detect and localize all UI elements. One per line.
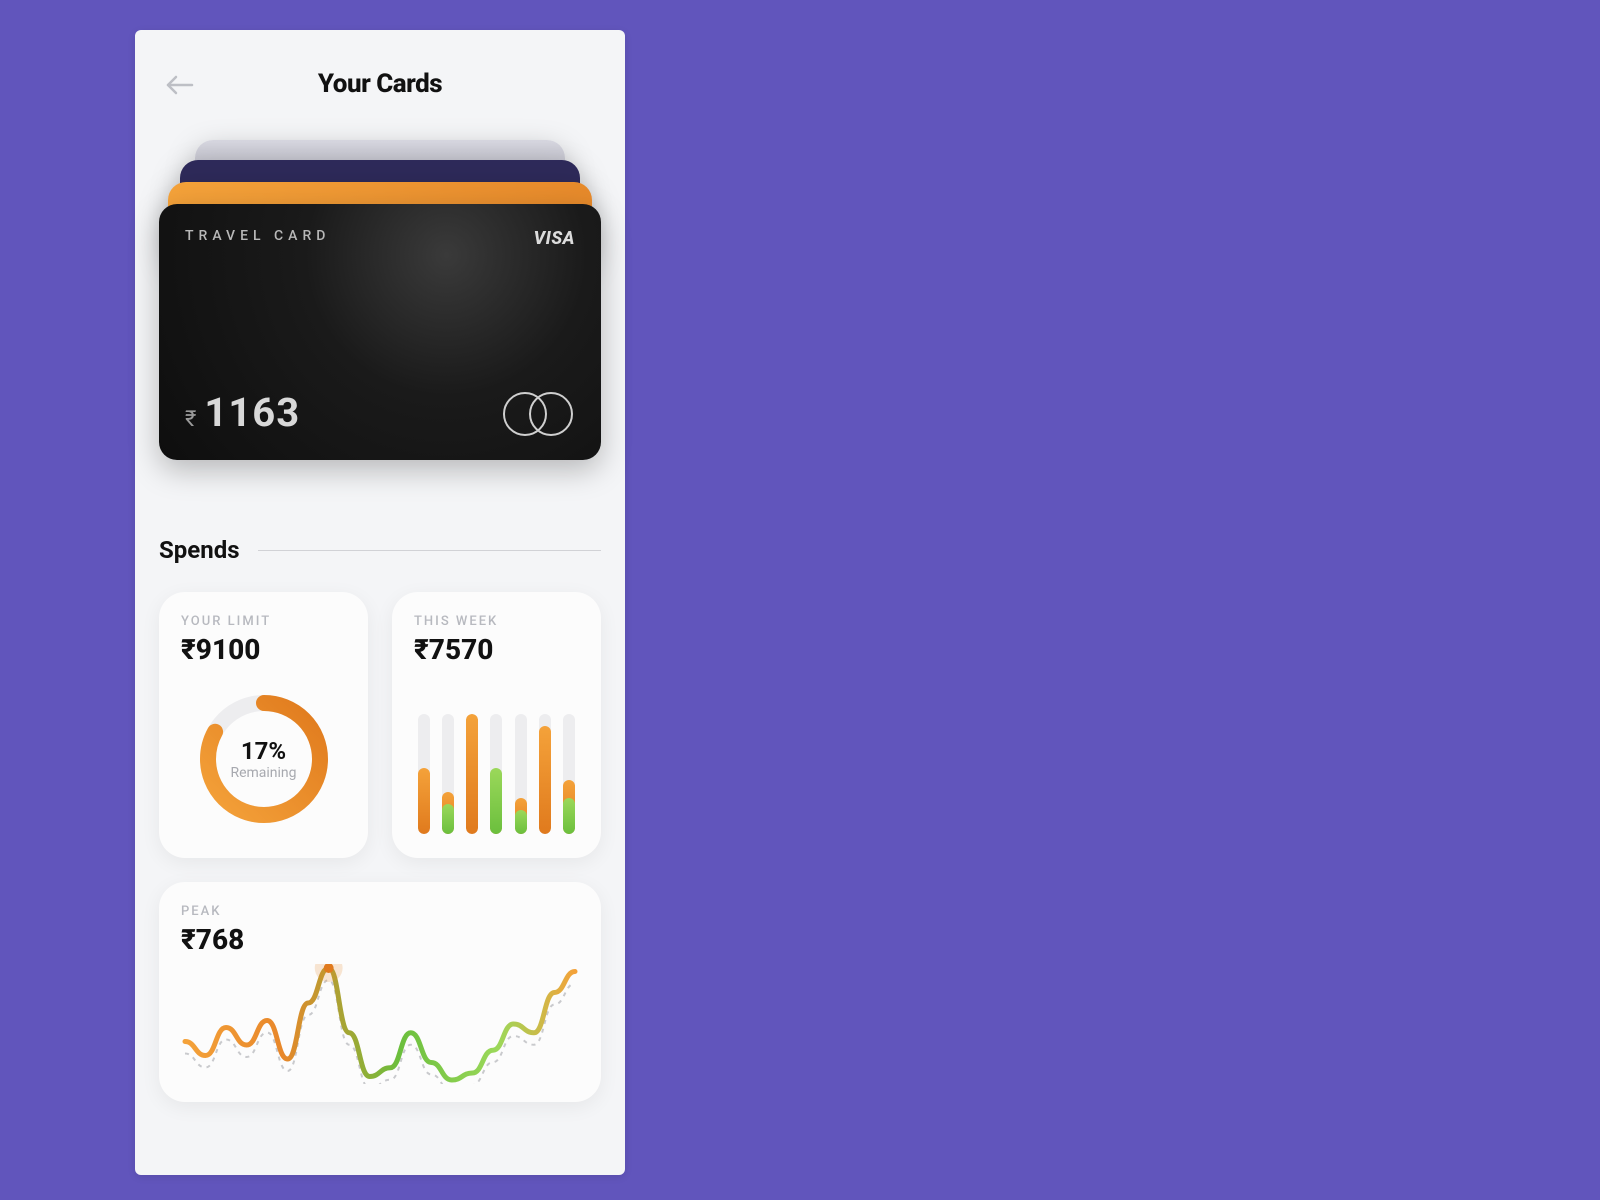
back-button[interactable]	[163, 68, 197, 102]
week-tile[interactable]: THIS WEEK ₹7570	[392, 592, 601, 858]
peak-label: PEAK	[181, 904, 579, 919]
header: Your Cards	[159, 58, 601, 110]
bar-track	[563, 714, 575, 834]
peak-tile[interactable]: PEAK ₹768	[159, 882, 601, 1102]
limit-donut: 17% Remaining	[181, 684, 346, 834]
front-card[interactable]: TRAVEL CARD VISA ₹ 1163	[159, 204, 601, 460]
bar-track	[539, 714, 551, 834]
week-value: ₹7570	[414, 633, 579, 666]
limit-percent-label: Remaining	[230, 765, 296, 781]
card-label: TRAVEL CARD	[185, 228, 330, 244]
phone-frame: Your Cards TRAVEL CARD VISA ₹ 1163	[135, 30, 625, 1175]
limit-value: ₹9100	[181, 633, 346, 666]
bar-track	[442, 714, 454, 834]
bar-track	[466, 714, 478, 834]
peak-value: ₹768	[181, 923, 579, 956]
card-bottom-row: ₹ 1163	[185, 389, 575, 436]
balance-value: 1163	[204, 389, 300, 436]
bar-track	[515, 714, 527, 834]
limit-percent: 17%	[230, 737, 296, 765]
tiles-row: YOUR LIMIT ₹9100 17% Remaining	[159, 592, 601, 858]
card-top-row: TRAVEL CARD VISA	[185, 228, 575, 249]
week-label: THIS WEEK	[414, 614, 579, 629]
card-balance: ₹ 1163	[185, 389, 300, 436]
bar-track	[490, 714, 502, 834]
limit-label: YOUR LIMIT	[181, 614, 346, 629]
card-stack[interactable]: TRAVEL CARD VISA ₹ 1163	[159, 140, 601, 460]
section-title: Spends	[159, 536, 240, 564]
page-title: Your Cards	[318, 69, 442, 99]
arrow-left-icon	[166, 75, 194, 95]
mastercard-icon	[503, 392, 575, 436]
card-network-logo: VISA	[534, 228, 575, 249]
limit-tile[interactable]: YOUR LIMIT ₹9100 17% Remaining	[159, 592, 368, 858]
spends-header: Spends	[159, 536, 601, 564]
divider	[258, 550, 601, 551]
peak-sparkline	[181, 964, 579, 1084]
bar-track	[418, 714, 430, 834]
week-bars	[414, 684, 579, 834]
currency-symbol: ₹	[185, 407, 196, 432]
